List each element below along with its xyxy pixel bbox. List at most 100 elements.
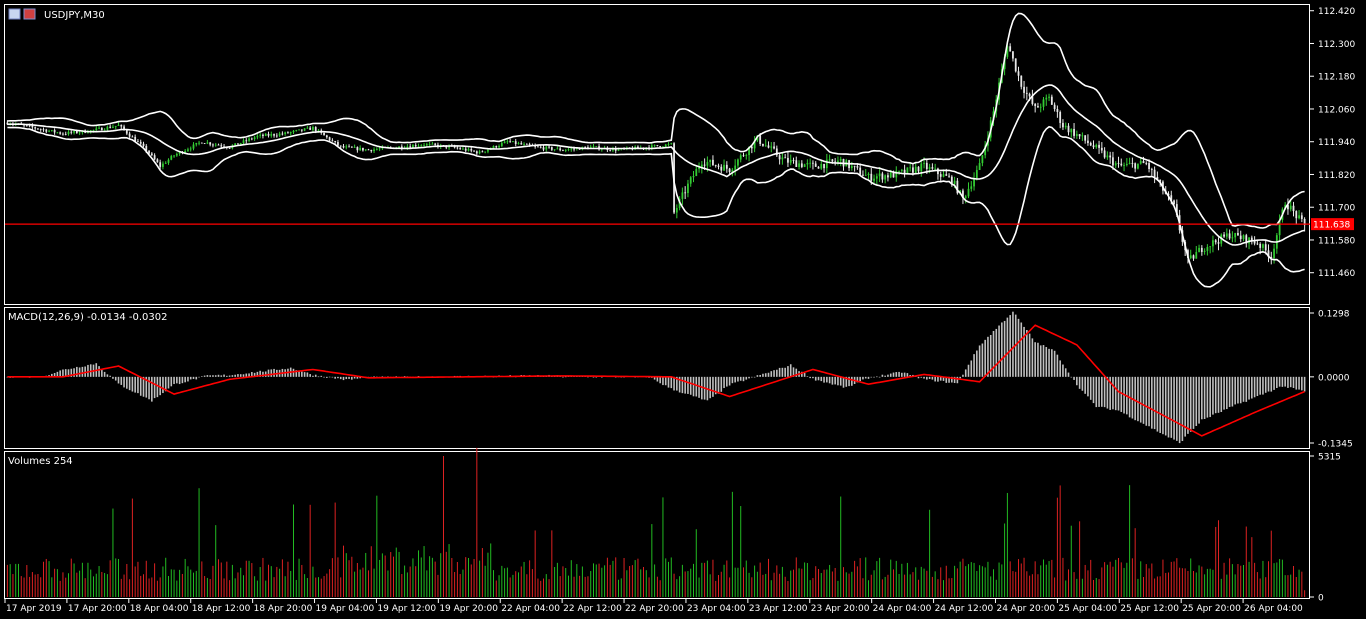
candle-body: [814, 163, 817, 167]
candle-body: [898, 170, 900, 172]
candle-body: [914, 166, 917, 173]
macd-bar: [317, 376, 320, 378]
candle-body: [878, 173, 881, 177]
macd-bar: [328, 376, 331, 378]
macd-bar: [1009, 315, 1011, 377]
candle-body: [112, 126, 114, 128]
candle-body: [462, 148, 464, 150]
macd-bar: [684, 376, 686, 394]
candle-body: [356, 147, 359, 151]
candle-body: [573, 148, 575, 150]
macd-bar: [692, 376, 695, 397]
macd-panel[interactable]: 0.1298 0.0000 -0.1345 MACD(12,26,9) -0.013…: [4, 307, 1353, 450]
macd-bar: [839, 376, 842, 386]
middle-band: [7, 84, 1305, 246]
macd-bar: [995, 328, 998, 377]
candle-body: [298, 129, 300, 131]
candle-body: [78, 132, 81, 134]
candle-body: [142, 143, 145, 146]
price-tick-label: 112.420: [1318, 7, 1355, 17]
macd-bar: [1206, 376, 1209, 418]
macd-bar: [1281, 376, 1284, 387]
candle-body: [1139, 161, 1142, 164]
macd-bar: [1264, 376, 1267, 393]
candle-body: [706, 162, 709, 166]
macd-bar: [562, 376, 564, 378]
candle-body: [923, 162, 925, 164]
chart-window-icon[interactable]: [8, 8, 21, 20]
macd-bar: [828, 376, 831, 384]
candle-body: [139, 141, 142, 144]
candle-body: [337, 142, 339, 146]
macd-bar: [817, 376, 820, 381]
macd-bar: [1037, 342, 1039, 377]
macd-bar: [862, 376, 864, 380]
macd-bar: [789, 364, 792, 377]
candle-body: [1142, 161, 1145, 164]
candle-body: [464, 148, 467, 151]
macd-bar: [1217, 376, 1220, 413]
candle-body: [1028, 93, 1031, 97]
macd-bar: [1137, 376, 1139, 422]
macd-bar: [1212, 376, 1214, 415]
candle-body: [970, 186, 973, 189]
candle-body: [1262, 244, 1264, 248]
macd-bar: [920, 376, 923, 378]
macd-bar: [167, 376, 170, 389]
candle-body: [164, 162, 167, 164]
price-axis: 112.420 112.300 112.180 112.060 111.940 111.8…: [1310, 7, 1355, 279]
macd-bar: [126, 376, 128, 389]
time-tick-label: 23 Apr 04:00: [687, 604, 746, 614]
candle-body: [484, 151, 487, 153]
candle-body: [167, 159, 170, 163]
chart-window-icon-alt[interactable]: [23, 8, 36, 20]
candle-body: [409, 146, 412, 148]
candle-body: [200, 142, 203, 144]
macd-bar: [895, 372, 898, 377]
candle-body: [773, 146, 775, 149]
macd-bar: [889, 373, 892, 377]
candle-body: [1292, 205, 1295, 212]
candle-body: [1137, 163, 1139, 169]
macd-bar: [1292, 376, 1295, 388]
macd-bar: [212, 375, 214, 377]
candle-body: [250, 138, 253, 140]
price-panel[interactable]: 112.420 112.300 112.180 112.060 111.940 111.8…: [4, 4, 1356, 305]
macd-bar: [826, 376, 828, 383]
candle-body: [289, 132, 292, 134]
candle-body: [759, 135, 762, 144]
macd-bar: [1201, 376, 1203, 420]
macd-bar: [667, 376, 670, 388]
candle-body: [487, 149, 489, 152]
candle-body: [198, 142, 200, 144]
macd-bar: [187, 376, 189, 382]
macd-bar: [1056, 354, 1059, 377]
candle-body: [934, 168, 937, 170]
candle-body: [525, 143, 528, 145]
macd-bar: [156, 376, 159, 398]
candle-body: [900, 169, 903, 171]
macd-bar: [1067, 372, 1070, 377]
macd-bar: [867, 376, 870, 379]
macd-bar: [728, 376, 731, 386]
trading-chart[interactable]: 112.420 112.300 112.180 112.060 111.940 111.8…: [0, 0, 1366, 619]
time-tick-label: 23 Apr 20:00: [811, 604, 870, 614]
macd-bar: [1081, 376, 1084, 391]
macd-bar: [737, 376, 739, 382]
candle-body: [1239, 235, 1242, 240]
candle-body: [803, 164, 806, 167]
candle-body: [309, 127, 312, 130]
volume-panel[interactable]: 5315 0 Volumes 254: [4, 447, 1341, 604]
macd-bar: [1159, 376, 1161, 433]
candle-body: [864, 175, 867, 176]
price-tick-label: 111.580: [1318, 236, 1355, 246]
macd-bar: [806, 376, 809, 377]
candle-body: [1300, 215, 1303, 219]
time-tick-label: 22 Apr 20:00: [625, 604, 684, 614]
macd-bar: [906, 373, 909, 377]
candle-body: [800, 163, 803, 167]
candle-body: [34, 127, 37, 129]
candle-body: [506, 141, 509, 143]
macd-bar: [1139, 376, 1142, 423]
candle-body: [1037, 106, 1039, 108]
